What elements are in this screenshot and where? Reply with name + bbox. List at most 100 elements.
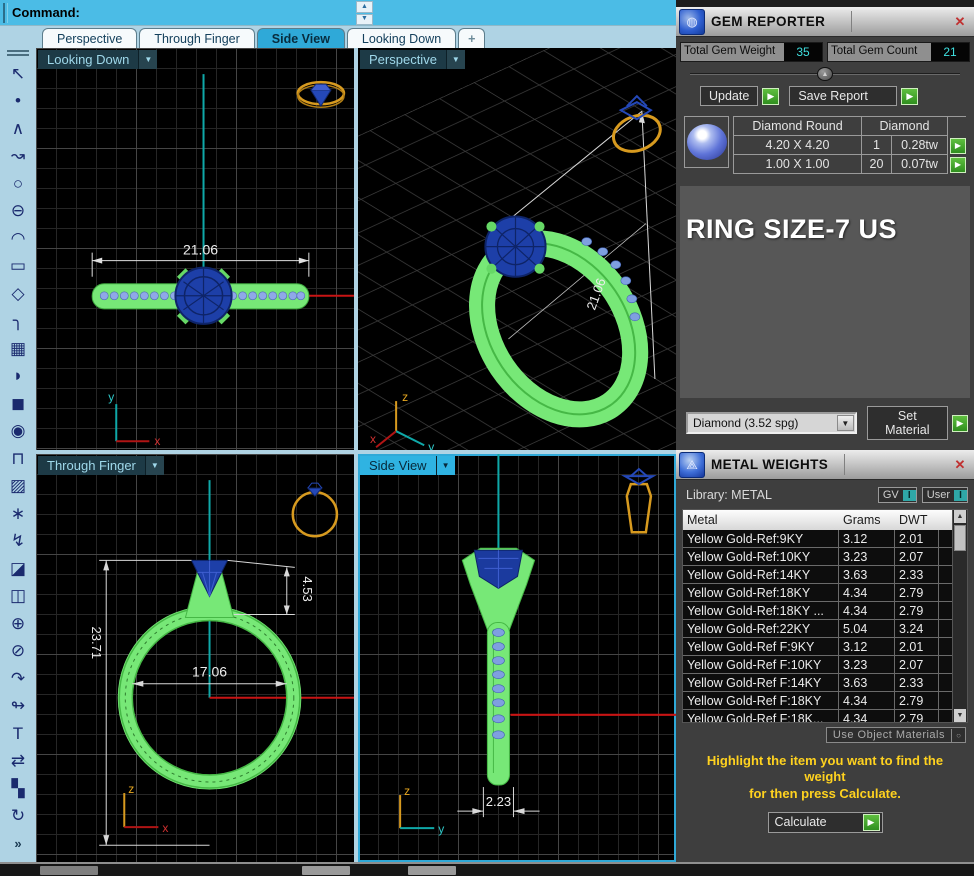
- save-report-play-icon[interactable]: ▶: [901, 88, 918, 105]
- metal-row[interactable]: Yellow Gold-Ref F:10KY3.232.07: [683, 656, 967, 674]
- metal-table-scrollbar[interactable]: ▲ ▼: [952, 510, 967, 722]
- metal-row[interactable]: Yellow Gold-Ref:22KY5.043.24: [683, 620, 967, 638]
- metal-row[interactable]: Yellow Gold-Ref:18KY ...4.342.79: [683, 602, 967, 620]
- select-arrow-icon[interactable]: ↖: [3, 60, 33, 88]
- metal-row[interactable]: Yellow Gold-Ref:14KY3.632.33: [683, 566, 967, 584]
- sphere-icon[interactable]: ◉: [3, 418, 33, 446]
- mesh-surface-icon[interactable]: ▨: [3, 473, 33, 501]
- extend-icon[interactable]: ↯: [3, 528, 33, 556]
- metal-row[interactable]: Yellow Gold-Ref:18KY4.342.79: [683, 584, 967, 602]
- point-icon[interactable]: •: [3, 88, 33, 116]
- control-point-curve-icon[interactable]: ↝: [3, 143, 33, 171]
- panel-collapse-slider[interactable]: ▲: [690, 67, 960, 81]
- cylinder-icon[interactable]: ⊓: [3, 445, 33, 473]
- gem-row[interactable]: 4.20 X 4.2010.28tw▶: [734, 136, 966, 155]
- update-button[interactable]: Update: [700, 86, 758, 106]
- rectangle-icon[interactable]: ▭: [3, 253, 33, 281]
- new-viewport-tab-icon[interactable]: +: [458, 28, 485, 48]
- taskbar[interactable]: [0, 862, 974, 876]
- scrollbar-thumb[interactable]: [954, 525, 966, 551]
- calculate-button[interactable]: Calculate ▶: [768, 812, 883, 833]
- ellipse-icon[interactable]: ⊖: [3, 198, 33, 226]
- circle-icon[interactable]: ○: [3, 170, 33, 198]
- arc-icon[interactable]: ◠: [3, 225, 33, 253]
- dwt-column-header[interactable]: DWT: [895, 510, 939, 530]
- scroll-up-icon[interactable]: ▲: [954, 510, 966, 523]
- taskbar-item[interactable]: [408, 866, 456, 875]
- trim-icon[interactable]: ◪: [3, 555, 33, 583]
- toolbar-more-icon[interactable]: »: [3, 830, 33, 858]
- viewport-dropdown-icon[interactable]: ▼: [145, 456, 164, 475]
- toolbar-grip[interactable]: [7, 50, 29, 56]
- metal-column-header[interactable]: Metal: [683, 510, 839, 530]
- explode-icon[interactable]: ∗: [3, 500, 33, 528]
- gv-toggle[interactable]: GV I: [878, 487, 917, 503]
- gem-reporter-close-icon[interactable]: ✕: [951, 13, 969, 31]
- looking-down-canvas[interactable]: 21.06 y x: [36, 48, 354, 450]
- viewport-through-finger[interactable]: Through Finger ▼: [36, 454, 354, 862]
- viewport-through-finger-title[interactable]: Through Finger ▼: [38, 456, 164, 475]
- viewport-side-view[interactable]: Side View ▼: [358, 454, 676, 862]
- gem-row-play-icon[interactable]: ▶: [950, 138, 966, 154]
- set-material-button[interactable]: Set Material: [867, 406, 948, 440]
- gem-reporter-header[interactable]: ◍ GEM REPORTER ✕: [676, 7, 974, 37]
- command-scroll-down-icon[interactable]: ▼: [356, 14, 373, 26]
- fillet-corner-icon[interactable]: ╮: [3, 308, 33, 336]
- use-object-materials-button[interactable]: Use Object Materials ○: [826, 727, 966, 743]
- select-dropdown-icon[interactable]: ▼: [837, 415, 854, 431]
- metal-weights-close-icon[interactable]: ✕: [951, 456, 969, 474]
- calculate-play-icon[interactable]: ▶: [863, 814, 880, 831]
- rotate-icon[interactable]: ↻: [3, 803, 33, 831]
- save-report-button[interactable]: Save Report: [789, 86, 897, 106]
- metal-row[interactable]: Yellow Gold-Ref F:18K...4.342.79: [683, 710, 967, 722]
- metal-row[interactable]: Yellow Gold-Ref:9KY3.122.01: [683, 530, 967, 548]
- viewport-looking-down-title[interactable]: Looking Down ▼: [38, 50, 157, 69]
- surface-patch-icon[interactable]: ▦: [3, 335, 33, 363]
- array-icon[interactable]: ▚: [3, 775, 33, 803]
- metal-row[interactable]: Yellow Gold-Ref F:9KY3.122.01: [683, 638, 967, 656]
- taskbar-item[interactable]: [40, 866, 98, 875]
- move-icon[interactable]: ⇄: [3, 748, 33, 776]
- viewport-side-view-title[interactable]: Side View ▼: [360, 456, 455, 475]
- viewport-dropdown-icon[interactable]: ▼: [138, 50, 157, 69]
- grams-column-header[interactable]: Grams: [839, 510, 895, 530]
- boolean-difference-icon[interactable]: ⊘: [3, 638, 33, 666]
- tab-perspective[interactable]: Perspective: [42, 28, 137, 48]
- tab-side-view[interactable]: Side View: [257, 28, 345, 48]
- collapse-knob-icon[interactable]: ▲: [817, 67, 833, 81]
- side-view-canvas[interactable]: 2.23 z y: [358, 454, 676, 862]
- viewport-perspective[interactable]: Perspective ▼: [358, 48, 676, 450]
- curved-surface-icon[interactable]: ◗: [3, 363, 33, 391]
- set-material-play-icon[interactable]: ▶: [952, 415, 968, 432]
- update-play-icon[interactable]: ▶: [762, 88, 779, 105]
- boolean-union-icon[interactable]: ⊕: [3, 610, 33, 638]
- blend-curves-icon[interactable]: ↬: [3, 693, 33, 721]
- through-finger-canvas[interactable]: 4.53 23.71 17.06 z: [36, 454, 354, 862]
- text-icon[interactable]: T: [3, 720, 33, 748]
- tab-through-finger[interactable]: Through Finger: [139, 28, 254, 48]
- viewport-perspective-title[interactable]: Perspective ▼: [360, 50, 465, 69]
- viewport-dropdown-icon[interactable]: ▼: [436, 456, 455, 475]
- gem-row[interactable]: 1.00 X 1.00200.07tw▶: [734, 155, 966, 174]
- split-icon[interactable]: ◫: [3, 583, 33, 611]
- metal-row[interactable]: Yellow Gold-Ref F:18KY4.342.79: [683, 692, 967, 710]
- viewport-looking-down[interactable]: Looking Down ▼: [36, 48, 354, 450]
- polyline-icon[interactable]: ∧: [3, 115, 33, 143]
- command-bar[interactable]: Command: ▲ ▼: [0, 0, 676, 26]
- viewport-dropdown-icon[interactable]: ▼: [446, 50, 465, 69]
- tab-looking-down[interactable]: Looking Down: [347, 28, 456, 48]
- command-scroll-up-icon[interactable]: ▲: [356, 1, 373, 13]
- fillet-curves-icon[interactable]: ↷: [3, 665, 33, 693]
- metal-row[interactable]: Yellow Gold-Ref:10KY3.232.07: [683, 548, 967, 566]
- box-icon[interactable]: ◼: [3, 390, 33, 418]
- gem-row-play-icon[interactable]: ▶: [950, 157, 966, 173]
- metal-row[interactable]: Yellow Gold-Ref F:14KY3.632.33: [683, 674, 967, 692]
- perspective-canvas[interactable]: 21.06 z x y: [358, 48, 676, 450]
- gem-material-select[interactable]: Diamond (3.52 spg) ▼: [686, 412, 857, 434]
- polygon-icon[interactable]: ◇: [3, 280, 33, 308]
- user-toggle[interactable]: User I: [922, 487, 968, 503]
- command-bar-grip[interactable]: [3, 3, 8, 23]
- scroll-down-icon[interactable]: ▼: [954, 709, 966, 722]
- metal-weights-header[interactable]: ⟁ METAL WEIGHTS ✕: [676, 450, 974, 480]
- taskbar-item[interactable]: [302, 866, 350, 875]
